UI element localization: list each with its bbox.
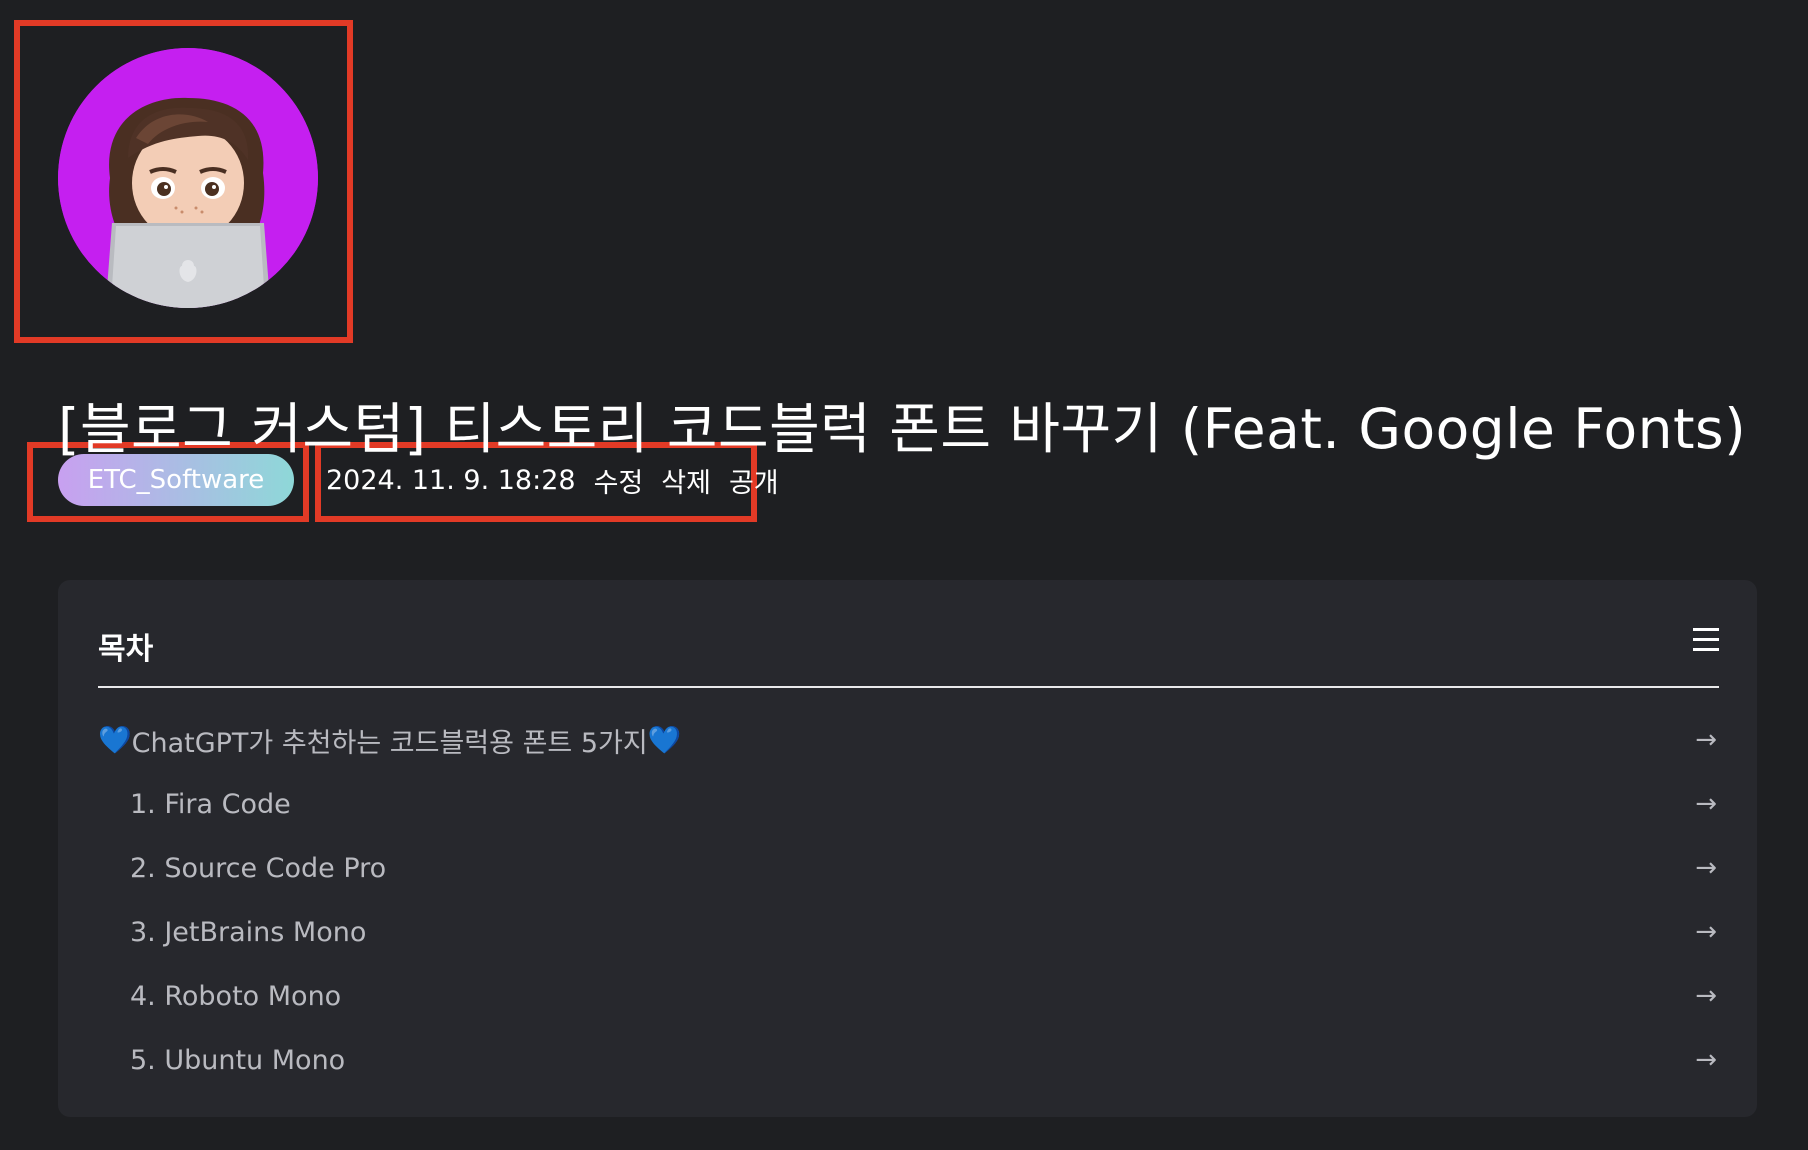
toc-item[interactable]: 4. Roboto Mono → [98, 964, 1719, 1028]
post-title: [블로그 커스텀] 티스토리 코드블럭 폰트 바꾸기 (Feat. Google… [58, 396, 1747, 461]
blue-heart-icon: 💙 [98, 725, 132, 756]
category-badge[interactable]: ETC_Software [58, 454, 294, 506]
toc-item-label: 2. Source Code Pro [130, 852, 387, 884]
table-of-contents: 목차 💙 ChatGPT가 추천하는 코드블럭용 폰트 5가지 💙 → 1. F… [58, 580, 1757, 1117]
toc-item[interactable]: 5. Ubuntu Mono → [98, 1028, 1719, 1092]
post-date: 2024. 11. 9. 18:28 [326, 464, 576, 496]
toc-header: 목차 [98, 620, 1719, 688]
arrow-right-icon: → [1695, 981, 1717, 1011]
arrow-right-icon: → [1695, 789, 1717, 819]
memoji-laptop-icon [58, 48, 318, 308]
toc-item-label: 4. Roboto Mono [130, 980, 342, 1012]
arrow-right-icon: → [1695, 853, 1717, 883]
edit-link[interactable]: 수정 [594, 461, 644, 500]
post-meta: 2024. 11. 9. 18:28 수정 삭제 공개 [326, 458, 779, 502]
arrow-right-icon: → [1695, 1045, 1717, 1075]
toc-title: 목차 [98, 632, 154, 667]
toc-item[interactable]: 3. JetBrains Mono → [98, 900, 1719, 964]
arrow-right-icon: → [1695, 917, 1717, 947]
arrow-right-icon: → [1695, 725, 1717, 755]
visibility-link[interactable]: 공개 [729, 461, 779, 500]
toc-list: 💙 ChatGPT가 추천하는 코드블럭용 폰트 5가지 💙 → 1. Fira… [98, 708, 1719, 1092]
delete-link[interactable]: 삭제 [661, 461, 711, 500]
toc-item-label: 5. Ubuntu Mono [130, 1044, 346, 1076]
toc-item[interactable]: 1. Fira Code → [98, 772, 1719, 836]
toc-item[interactable]: 💙 ChatGPT가 추천하는 코드블럭용 폰트 5가지 💙 → [98, 708, 1719, 772]
hamburger-menu-icon[interactable] [1693, 628, 1719, 652]
toc-item[interactable]: 2. Source Code Pro → [98, 836, 1719, 900]
toc-item-label: 1. Fira Code [130, 788, 291, 820]
author-avatar[interactable] [58, 48, 318, 308]
toc-item-label: 3. JetBrains Mono [130, 916, 367, 948]
blue-heart-icon: 💙 [647, 725, 682, 756]
toc-item-label: ChatGPT가 추천하는 코드블럭용 폰트 5가지 [131, 727, 648, 759]
